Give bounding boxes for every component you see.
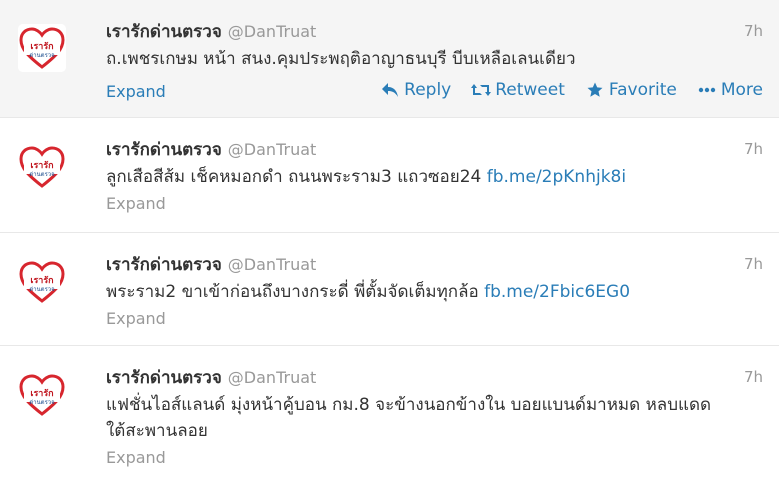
svg-text:เรารัก: เรารัก [30,275,53,286]
username[interactable]: @DanTruat [228,368,316,387]
tweet-text: ถ.เพชรเกษม หน้า สนง.คุมประพฤติอาญาธนบุรี… [106,46,746,72]
username[interactable]: @DanTruat [228,22,316,41]
svg-text:เรารัก: เรารัก [30,388,53,399]
tweet-header: เรารักด่านตรวจ @DanTruat [106,18,316,45]
tweet-item[interactable]: เรารัก ด่านตรวจ เรารักด่านตรวจ @DanTruat … [0,233,779,346]
tweet-item[interactable]: เรารัก ด่านตรวจ เรารักด่านตรวจ @DanTruat … [0,118,779,233]
avatar[interactable]: เรารัก ด่านตรวจ [18,258,66,306]
tweet-body: ถ.เพชรเกษม หน้า สนง.คุมประพฤติอาญาธนบุรี… [106,49,576,69]
more-label: More [720,80,763,100]
svg-text:เรารัก: เรารัก [30,160,53,171]
tweet-link[interactable]: fb.me/2Fbic6EG0 [484,282,630,302]
retweet-arrows-icon [471,80,492,100]
favorite-button[interactable]: Favorite [585,80,677,100]
timestamp[interactable]: 7h [744,22,763,40]
reply-label: Reply [404,80,452,100]
retweet-label: Retweet [495,80,565,100]
more-button[interactable]: More [697,80,763,100]
reply-button[interactable]: Reply [380,80,451,100]
tweet-item[interactable]: เรารัก ด่านตรวจ เรารักด่านตรวจ @DanTruat … [0,346,779,491]
tweet-text: พระราม2 ขาเข้าก่อนถึงบางกระดี่ พี่ตั้มจั… [106,279,746,305]
username[interactable]: @DanTruat [228,255,316,274]
display-name[interactable]: เรารักด่านตรวจ [106,22,222,42]
timestamp[interactable]: 7h [744,368,763,386]
tweet-header: เรารักด่านตรวจ @DanTruat [106,251,316,278]
display-name[interactable]: เรารักด่านตรวจ [106,368,222,388]
reply-arrow-icon [380,80,400,100]
username[interactable]: @DanTruat [228,140,316,159]
tweet-timeline: เรารัก ด่านตรวจ เรารักด่านตรวจ @DanTruat … [0,0,779,491]
avatar[interactable]: เรารัก ด่านตรวจ [18,24,66,72]
display-name[interactable]: เรารักด่านตรวจ [106,140,222,160]
expand-link[interactable]: Expand [106,82,166,101]
tweet-text: ลูกเสือสีส้ม เช็คหมอกดำ ถนนพระราม3 แถวซอ… [106,164,746,190]
expand-link[interactable]: Expand [106,309,166,328]
dots-icon [697,80,717,100]
retweet-button[interactable]: Retweet [471,80,565,100]
timestamp[interactable]: 7h [744,255,763,273]
heart-logo-icon: เรารัก ด่านตรวจ [18,143,66,191]
tweet-body: พระราม2 ขาเข้าก่อนถึงบางกระดี่ พี่ตั้มจั… [106,282,485,302]
tweet-header: เรารักด่านตรวจ @DanTruat [106,136,316,163]
tweet-link[interactable]: fb.me/2pKnhjk8i [487,167,626,187]
tweet-item[interactable]: เรารัก ด่านตรวจ เรารักด่านตรวจ @DanTruat … [0,0,779,118]
svg-text:ด่านตรวจ: ด่านตรวจ [29,399,54,406]
tweet-header: เรารักด่านตรวจ @DanTruat [106,364,316,391]
display-name[interactable]: เรารักด่านตรวจ [106,255,222,275]
timestamp[interactable]: 7h [744,140,763,158]
tweet-body: แฟชั่นไอส์แลนด์ มุ่งหน้าคู้บอน กม.8 จะข้… [106,395,712,441]
tweet-actions: Reply Retweet Favorite More [360,80,763,100]
heart-logo-icon: เรารัก ด่านตรวจ [18,371,66,419]
avatar[interactable]: เรารัก ด่านตรวจ [18,371,66,419]
expand-link[interactable]: Expand [106,448,166,467]
expand-link[interactable]: Expand [106,194,166,213]
heart-logo-icon: เรารัก ด่านตรวจ [18,24,66,72]
favorite-label: Favorite [608,80,677,100]
tweet-body: ลูกเสือสีส้ม เช็คหมอกดำ ถนนพระราม3 แถวซอ… [106,167,487,187]
svg-text:ด่านตรวจ: ด่านตรวจ [29,286,54,293]
svg-text:ด่านตรวจ: ด่านตรวจ [29,171,54,178]
star-icon [585,80,605,100]
tweet-text: แฟชั่นไอส์แลนด์ มุ่งหน้าคู้บอน กม.8 จะข้… [106,392,726,444]
avatar[interactable]: เรารัก ด่านตรวจ [18,143,66,191]
svg-text:เรารัก: เรารัก [30,41,53,52]
heart-logo-icon: เรารัก ด่านตรวจ [18,258,66,306]
svg-text:ด่านตรวจ: ด่านตรวจ [29,52,54,59]
